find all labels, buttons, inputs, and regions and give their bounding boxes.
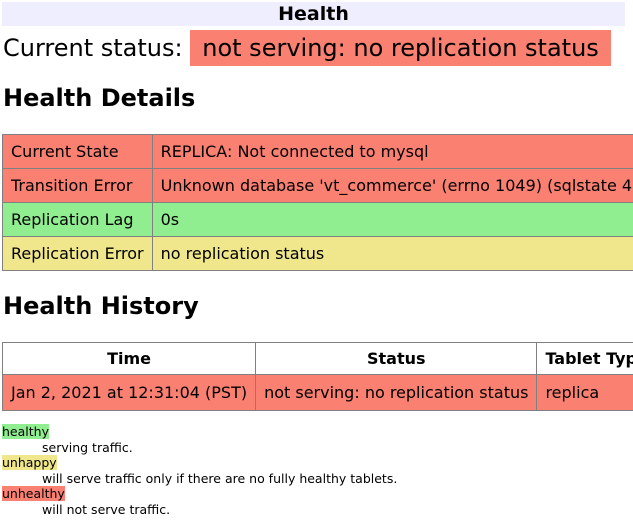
health-history-heading: Health History <box>3 292 625 320</box>
table-row: Current State REPLICA: Not connected to … <box>3 135 633 169</box>
column-header-tablet-type: Tablet Type <box>537 343 633 375</box>
current-status-badge: not serving: no replication status <box>190 30 611 66</box>
current-status-label: Current status: <box>3 34 183 62</box>
detail-value-cell: REPLICA: Not connected to mysql <box>152 135 633 169</box>
table-row: Replication Lag 0s <box>3 203 633 237</box>
table-row: Replication Error no replication status <box>3 237 633 271</box>
status-legend: healthy serving traffic. unhappy will se… <box>2 424 625 517</box>
history-tablet-type-cell: replica <box>537 375 633 411</box>
detail-value-cell: no replication status <box>152 237 633 271</box>
legend-badge-unhappy: unhappy <box>2 455 57 470</box>
legend-term: unhealthy <box>2 486 625 502</box>
history-time-cell: Jan 2, 2021 at 12:31:04 (PST) <box>3 375 256 411</box>
health-details-table: Current State REPLICA: Not connected to … <box>2 134 633 271</box>
table-row: Jan 2, 2021 at 12:31:04 (PST) not servin… <box>3 375 633 411</box>
column-header-time: Time <box>3 343 256 375</box>
legend-term: unhappy <box>2 455 625 471</box>
detail-value-cell: 0s <box>152 203 633 237</box>
page-title: Health <box>2 2 625 26</box>
legend-badge-healthy: healthy <box>2 424 49 439</box>
detail-key-cell: Current State <box>3 135 153 169</box>
legend-term: healthy <box>2 424 625 440</box>
legend-description: will not serve traffic. <box>42 502 625 518</box>
health-details-heading: Health Details <box>3 84 625 112</box>
table-row: Transition Error Unknown database 'vt_co… <box>3 169 633 203</box>
legend-description: will serve traffic only if there are no … <box>42 471 625 487</box>
detail-key-cell: Replication Error <box>3 237 153 271</box>
detail-key-cell: Transition Error <box>3 169 153 203</box>
health-history-table: Time Status Tablet Type Jan 2, 2021 at 1… <box>2 342 633 411</box>
column-header-status: Status <box>256 343 537 375</box>
current-status-line: Current status: not serving: no replicat… <box>3 34 625 63</box>
table-header-row: Time Status Tablet Type <box>3 343 633 375</box>
detail-key-cell: Replication Lag <box>3 203 153 237</box>
history-status-cell: not serving: no replication status <box>256 375 537 411</box>
legend-description: serving traffic. <box>42 440 625 456</box>
detail-value-cell: Unknown database 'vt_commerce' (errno 10… <box>152 169 633 203</box>
legend-badge-unhealthy: unhealthy <box>2 486 65 501</box>
